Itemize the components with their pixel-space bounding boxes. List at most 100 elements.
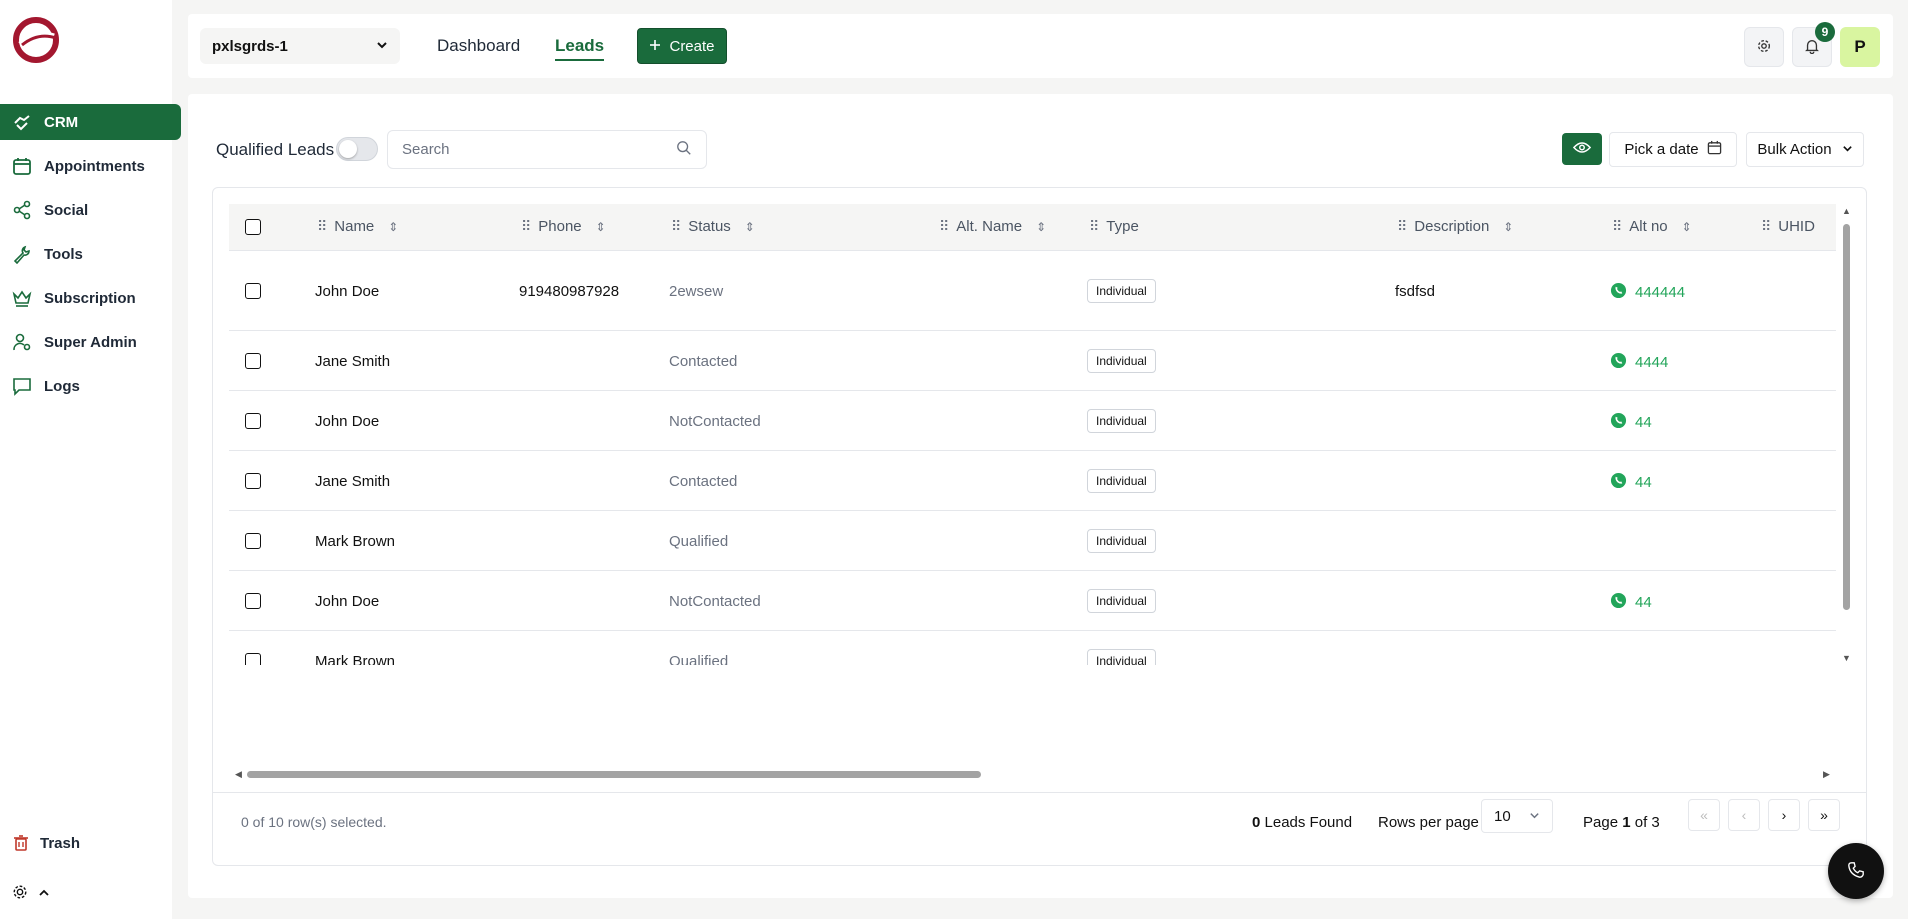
create-label: Create	[669, 37, 715, 55]
drag-handle-icon[interactable]: ⠿	[521, 218, 531, 235]
search-input[interactable]	[402, 141, 652, 158]
tab-leads[interactable]: Leads	[555, 36, 605, 61]
cell-phone: 919480987928	[519, 283, 620, 300]
leads-panel: Qualified Leads Pick a date Bulk Action	[188, 94, 1893, 898]
sidebar-item-trash[interactable]: Trash	[12, 834, 80, 852]
page-suffix: of 3	[1634, 814, 1660, 831]
table-row[interactable]: Mark Brown Qualified Individual	[229, 511, 1836, 571]
sidebar-item-crm[interactable]: CRM	[0, 104, 181, 140]
rows-selected-text: 0 of 10 row(s) selected.	[241, 814, 387, 830]
sidebar-item-logs[interactable]: Logs	[0, 368, 181, 404]
row-checkbox[interactable]	[245, 473, 261, 489]
drag-handle-icon[interactable]: ⠿	[1761, 218, 1771, 235]
column-label: Status	[688, 218, 731, 235]
scroll-right-icon[interactable]: ▶	[1823, 769, 1830, 780]
sidebar-item-label: Social	[44, 201, 89, 219]
column-header-uhid[interactable]: ⠿ UHID	[1761, 218, 1815, 235]
eye-icon	[1572, 141, 1592, 157]
table-row[interactable]: John Doe 919480987928 2ewsew Individual fsdf…	[229, 251, 1836, 331]
table-header: ⠿ Name ⇕ ⠿ Phone ⇕ ⠿ Status ⇕ ⠿ Alt. Nam…	[229, 204, 1836, 251]
vertical-scrollbar[interactable]: ▲ ▼	[1840, 204, 1852, 665]
drag-handle-icon[interactable]: ⠿	[1612, 218, 1622, 235]
sidebar-item-tools[interactable]: Tools	[0, 236, 181, 272]
prev-page-button[interactable]: ‹	[1728, 799, 1760, 831]
column-label: Name	[334, 218, 375, 235]
view-columns-button[interactable]	[1562, 133, 1602, 165]
rows-per-page-select[interactable]: 10	[1481, 799, 1553, 833]
row-checkbox[interactable]	[245, 283, 261, 299]
create-button[interactable]: Create	[637, 28, 727, 64]
cell-alt-no[interactable]: 444444	[1610, 282, 1685, 303]
column-header-phone[interactable]: ⠿ Phone ⇕	[521, 218, 606, 235]
next-page-button[interactable]: ›	[1768, 799, 1800, 831]
scroll-left-icon[interactable]: ◀	[235, 769, 242, 780]
row-checkbox[interactable]	[245, 533, 261, 549]
first-page-button[interactable]: «	[1688, 799, 1720, 831]
type-badge: Individual	[1087, 279, 1156, 303]
sort-icon[interactable]: ⇕	[1503, 220, 1513, 234]
whatsapp-icon	[1610, 352, 1627, 373]
cell-alt-no[interactable]: 44	[1610, 592, 1652, 613]
table-row[interactable]: John Doe NotContacted Individual 44	[229, 571, 1836, 631]
double-chevron-left-icon: «	[1700, 807, 1708, 823]
horizontal-scrollbar[interactable]: ◀ ▶	[229, 767, 1836, 781]
workspace-select[interactable]: pxlsgrds-1	[200, 28, 400, 64]
trash-icon	[12, 834, 30, 852]
sidebar-item-appointments[interactable]: Appointments	[0, 148, 181, 184]
column-header-name[interactable]: ⠿ Name ⇕	[317, 218, 398, 235]
cell-status: Contacted	[669, 353, 738, 370]
drag-handle-icon[interactable]: ⠿	[317, 218, 327, 235]
avatar[interactable]: P	[1840, 27, 1880, 67]
table-row[interactable]: Mark Brown Qualified Individual	[229, 631, 1836, 665]
drag-handle-icon[interactable]: ⠿	[939, 218, 949, 235]
column-header-type[interactable]: ⠿ Type	[1089, 218, 1139, 235]
type-badge: Individual	[1087, 649, 1156, 665]
share-icon	[12, 200, 32, 220]
sidebar-item-label: Tools	[44, 245, 83, 263]
sort-icon[interactable]: ⇕	[1036, 220, 1046, 234]
column-header-alt-no[interactable]: ⠿ Alt no ⇕	[1612, 218, 1692, 235]
call-button[interactable]	[1828, 843, 1884, 899]
sort-icon[interactable]: ⇕	[596, 220, 606, 234]
cell-alt-no[interactable]: 4444	[1610, 352, 1668, 373]
table-row[interactable]: Jane Smith Contacted Individual 4444	[229, 331, 1836, 391]
row-checkbox[interactable]	[245, 593, 261, 609]
scroll-down-icon[interactable]: ▼	[1842, 653, 1851, 663]
horizontal-scroll-thumb[interactable]	[247, 771, 981, 778]
type-badge: Individual	[1087, 349, 1156, 373]
settings-button[interactable]	[1744, 27, 1784, 67]
select-all-checkbox[interactable]	[245, 219, 261, 235]
vertical-scroll-thumb[interactable]	[1843, 224, 1850, 610]
sort-icon[interactable]: ⇕	[745, 220, 755, 234]
cell-alt-no[interactable]: 44	[1610, 472, 1652, 493]
qualified-leads-toggle[interactable]	[336, 137, 378, 161]
sidebar-item-social[interactable]: Social	[0, 192, 181, 228]
cell-alt-no[interactable]: 44	[1610, 412, 1652, 433]
sidebar-item-subscription[interactable]: Subscription	[0, 280, 181, 316]
sort-icon[interactable]: ⇕	[1682, 220, 1692, 234]
last-page-button[interactable]: »	[1808, 799, 1840, 831]
date-picker-button[interactable]: Pick a date	[1609, 132, 1737, 167]
column-header-status[interactable]: ⠿ Status ⇕	[671, 218, 755, 235]
leads-found-count: 0	[1252, 814, 1261, 831]
row-checkbox[interactable]	[245, 413, 261, 429]
table-row[interactable]: Jane Smith Contacted Individual 44	[229, 451, 1836, 511]
alt-no-value: 44	[1635, 594, 1652, 611]
sidebar-item-super-admin[interactable]: Super Admin	[0, 324, 181, 360]
row-checkbox[interactable]	[245, 653, 261, 665]
tab-dashboard[interactable]: Dashboard	[437, 36, 520, 56]
drag-handle-icon[interactable]: ⠿	[671, 218, 681, 235]
column-header-description[interactable]: ⠿ Description ⇕	[1397, 218, 1513, 235]
table-row[interactable]: John Doe NotContacted Individual 44	[229, 391, 1836, 451]
cell-name: Mark Brown	[315, 653, 396, 665]
notifications-button[interactable]: 9	[1792, 22, 1835, 67]
brand-logo[interactable]	[10, 14, 62, 66]
scroll-up-icon[interactable]: ▲	[1842, 206, 1851, 216]
sidebar-settings[interactable]	[12, 884, 50, 903]
column-header-alt-name[interactable]: ⠿ Alt. Name ⇕	[939, 218, 1046, 235]
sort-icon[interactable]: ⇕	[388, 220, 398, 234]
bulk-action-button[interactable]: Bulk Action	[1746, 132, 1864, 167]
row-checkbox[interactable]	[245, 353, 261, 369]
drag-handle-icon[interactable]: ⠿	[1397, 218, 1407, 235]
drag-handle-icon[interactable]: ⠿	[1089, 218, 1099, 235]
